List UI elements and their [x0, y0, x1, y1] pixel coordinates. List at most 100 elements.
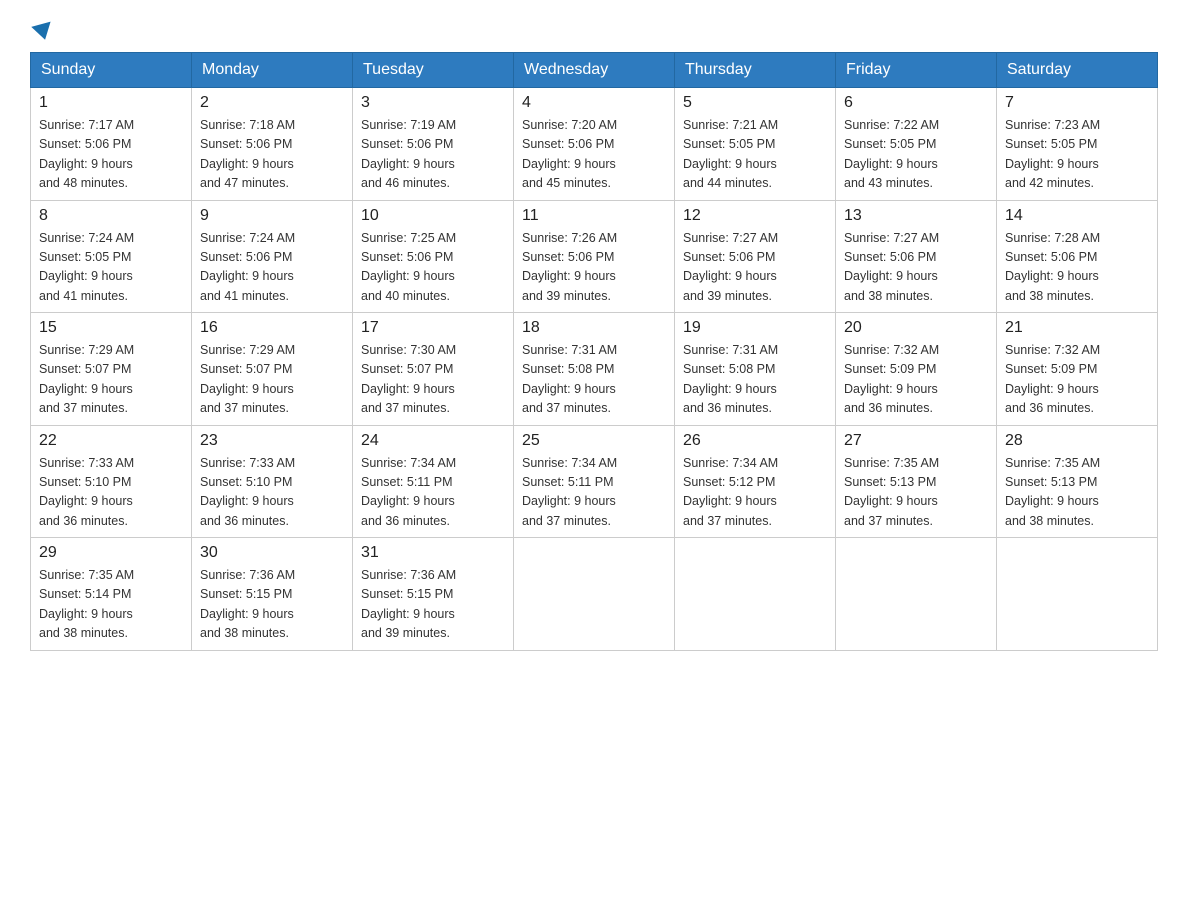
- calendar-cell: 27 Sunrise: 7:35 AMSunset: 5:13 PMDayligh…: [836, 425, 997, 538]
- weekday-header-sunday: Sunday: [31, 53, 192, 88]
- calendar-cell: 22 Sunrise: 7:33 AMSunset: 5:10 PMDayligh…: [31, 425, 192, 538]
- day-number: 24: [361, 432, 505, 450]
- week-row-4: 22 Sunrise: 7:33 AMSunset: 5:10 PMDayligh…: [31, 425, 1158, 538]
- day-number: 5: [683, 94, 827, 112]
- calendar-cell: 13 Sunrise: 7:27 AMSunset: 5:06 PMDayligh…: [836, 200, 997, 313]
- weekday-header-row: SundayMondayTuesdayWednesdayThursdayFrid…: [31, 53, 1158, 88]
- calendar-cell: 30 Sunrise: 7:36 AMSunset: 5:15 PMDayligh…: [192, 538, 353, 651]
- day-number: 3: [361, 94, 505, 112]
- calendar-cell: 14 Sunrise: 7:28 AMSunset: 5:06 PMDayligh…: [997, 200, 1158, 313]
- day-number: 28: [1005, 432, 1149, 450]
- day-number: 26: [683, 432, 827, 450]
- day-info: Sunrise: 7:17 AMSunset: 5:06 PMDaylight:…: [39, 116, 183, 194]
- day-number: 14: [1005, 207, 1149, 225]
- calendar-cell: 1 Sunrise: 7:17 AMSunset: 5:06 PMDaylight…: [31, 88, 192, 201]
- calendar-cell: 23 Sunrise: 7:33 AMSunset: 5:10 PMDayligh…: [192, 425, 353, 538]
- day-info: Sunrise: 7:18 AMSunset: 5:06 PMDaylight:…: [200, 116, 344, 194]
- calendar-cell: 28 Sunrise: 7:35 AMSunset: 5:13 PMDayligh…: [997, 425, 1158, 538]
- calendar-cell: 17 Sunrise: 7:30 AMSunset: 5:07 PMDayligh…: [353, 313, 514, 426]
- day-info: Sunrise: 7:27 AMSunset: 5:06 PMDaylight:…: [683, 229, 827, 307]
- day-number: 7: [1005, 94, 1149, 112]
- weekday-header-friday: Friday: [836, 53, 997, 88]
- day-info: Sunrise: 7:19 AMSunset: 5:06 PMDaylight:…: [361, 116, 505, 194]
- weekday-header-saturday: Saturday: [997, 53, 1158, 88]
- day-number: 12: [683, 207, 827, 225]
- day-info: Sunrise: 7:29 AMSunset: 5:07 PMDaylight:…: [200, 341, 344, 419]
- day-number: 25: [522, 432, 666, 450]
- day-info: Sunrise: 7:33 AMSunset: 5:10 PMDaylight:…: [200, 454, 344, 532]
- weekday-header-wednesday: Wednesday: [514, 53, 675, 88]
- calendar-cell: 9Sunrise: 7:24 AMSunset: 5:06 PMDaylight…: [192, 200, 353, 313]
- day-number: 31: [361, 544, 505, 562]
- day-info: Sunrise: 7:23 AMSunset: 5:05 PMDaylight:…: [1005, 116, 1149, 194]
- day-info: Sunrise: 7:32 AMSunset: 5:09 PMDaylight:…: [844, 341, 988, 419]
- calendar-cell: 2 Sunrise: 7:18 AMSunset: 5:06 PMDaylight…: [192, 88, 353, 201]
- calendar-cell: [997, 538, 1158, 651]
- calendar-cell: 19Sunrise: 7:31 AMSunset: 5:08 PMDayligh…: [675, 313, 836, 426]
- day-info: Sunrise: 7:34 AMSunset: 5:11 PMDaylight:…: [361, 454, 505, 532]
- day-number: 2: [200, 94, 344, 112]
- day-number: 10: [361, 207, 505, 225]
- calendar-cell: 5 Sunrise: 7:21 AMSunset: 5:05 PMDaylight…: [675, 88, 836, 201]
- day-number: 6: [844, 94, 988, 112]
- day-info: Sunrise: 7:35 AMSunset: 5:13 PMDaylight:…: [1005, 454, 1149, 532]
- day-info: Sunrise: 7:36 AMSunset: 5:15 PMDaylight:…: [200, 566, 344, 644]
- day-number: 13: [844, 207, 988, 225]
- calendar-cell: [514, 538, 675, 651]
- calendar-table: SundayMondayTuesdayWednesdayThursdayFrid…: [30, 52, 1158, 651]
- page-header: [30, 20, 1158, 36]
- calendar-cell: 16 Sunrise: 7:29 AMSunset: 5:07 PMDayligh…: [192, 313, 353, 426]
- calendar-cell: 15 Sunrise: 7:29 AMSunset: 5:07 PMDayligh…: [31, 313, 192, 426]
- day-number: 17: [361, 319, 505, 337]
- calendar-cell: 31 Sunrise: 7:36 AMSunset: 5:15 PMDayligh…: [353, 538, 514, 651]
- day-number: 30: [200, 544, 344, 562]
- day-number: 8: [39, 207, 183, 225]
- calendar-cell: 29Sunrise: 7:35 AMSunset: 5:14 PMDayligh…: [31, 538, 192, 651]
- day-number: 16: [200, 319, 344, 337]
- day-info: Sunrise: 7:34 AMSunset: 5:11 PMDaylight:…: [522, 454, 666, 532]
- day-number: 18: [522, 319, 666, 337]
- logo: [30, 20, 53, 36]
- day-number: 1: [39, 94, 183, 112]
- day-number: 27: [844, 432, 988, 450]
- calendar-cell: 21Sunrise: 7:32 AMSunset: 5:09 PMDayligh…: [997, 313, 1158, 426]
- week-row-3: 15 Sunrise: 7:29 AMSunset: 5:07 PMDayligh…: [31, 313, 1158, 426]
- day-number: 9: [200, 207, 344, 225]
- day-info: Sunrise: 7:25 AMSunset: 5:06 PMDaylight:…: [361, 229, 505, 307]
- logo-triangle-icon: [31, 22, 54, 43]
- day-info: Sunrise: 7:32 AMSunset: 5:09 PMDaylight:…: [1005, 341, 1149, 419]
- day-number: 15: [39, 319, 183, 337]
- day-number: 22: [39, 432, 183, 450]
- weekday-header-monday: Monday: [192, 53, 353, 88]
- day-info: Sunrise: 7:28 AMSunset: 5:06 PMDaylight:…: [1005, 229, 1149, 307]
- calendar-cell: 26Sunrise: 7:34 AMSunset: 5:12 PMDayligh…: [675, 425, 836, 538]
- calendar-cell: 24 Sunrise: 7:34 AMSunset: 5:11 PMDayligh…: [353, 425, 514, 538]
- week-row-1: 1 Sunrise: 7:17 AMSunset: 5:06 PMDaylight…: [31, 88, 1158, 201]
- calendar-cell: 25 Sunrise: 7:34 AMSunset: 5:11 PMDayligh…: [514, 425, 675, 538]
- day-number: 20: [844, 319, 988, 337]
- day-info: Sunrise: 7:22 AMSunset: 5:05 PMDaylight:…: [844, 116, 988, 194]
- calendar-cell: 20 Sunrise: 7:32 AMSunset: 5:09 PMDayligh…: [836, 313, 997, 426]
- weekday-header-tuesday: Tuesday: [353, 53, 514, 88]
- calendar-cell: 18Sunrise: 7:31 AMSunset: 5:08 PMDayligh…: [514, 313, 675, 426]
- day-info: Sunrise: 7:20 AMSunset: 5:06 PMDaylight:…: [522, 116, 666, 194]
- day-info: Sunrise: 7:31 AMSunset: 5:08 PMDaylight:…: [683, 341, 827, 419]
- weekday-header-thursday: Thursday: [675, 53, 836, 88]
- day-number: 29: [39, 544, 183, 562]
- day-info: Sunrise: 7:27 AMSunset: 5:06 PMDaylight:…: [844, 229, 988, 307]
- day-info: Sunrise: 7:21 AMSunset: 5:05 PMDaylight:…: [683, 116, 827, 194]
- day-info: Sunrise: 7:36 AMSunset: 5:15 PMDaylight:…: [361, 566, 505, 644]
- day-number: 23: [200, 432, 344, 450]
- day-info: Sunrise: 7:29 AMSunset: 5:07 PMDaylight:…: [39, 341, 183, 419]
- day-number: 11: [522, 207, 666, 225]
- day-info: Sunrise: 7:30 AMSunset: 5:07 PMDaylight:…: [361, 341, 505, 419]
- calendar-cell: 4Sunrise: 7:20 AMSunset: 5:06 PMDaylight…: [514, 88, 675, 201]
- day-info: Sunrise: 7:35 AMSunset: 5:13 PMDaylight:…: [844, 454, 988, 532]
- calendar-cell: [675, 538, 836, 651]
- calendar-cell: 12 Sunrise: 7:27 AMSunset: 5:06 PMDayligh…: [675, 200, 836, 313]
- week-row-2: 8 Sunrise: 7:24 AMSunset: 5:05 PMDaylight…: [31, 200, 1158, 313]
- day-info: Sunrise: 7:24 AMSunset: 5:05 PMDaylight:…: [39, 229, 183, 307]
- day-info: Sunrise: 7:33 AMSunset: 5:10 PMDaylight:…: [39, 454, 183, 532]
- calendar-cell: [836, 538, 997, 651]
- calendar-cell: 7 Sunrise: 7:23 AMSunset: 5:05 PMDaylight…: [997, 88, 1158, 201]
